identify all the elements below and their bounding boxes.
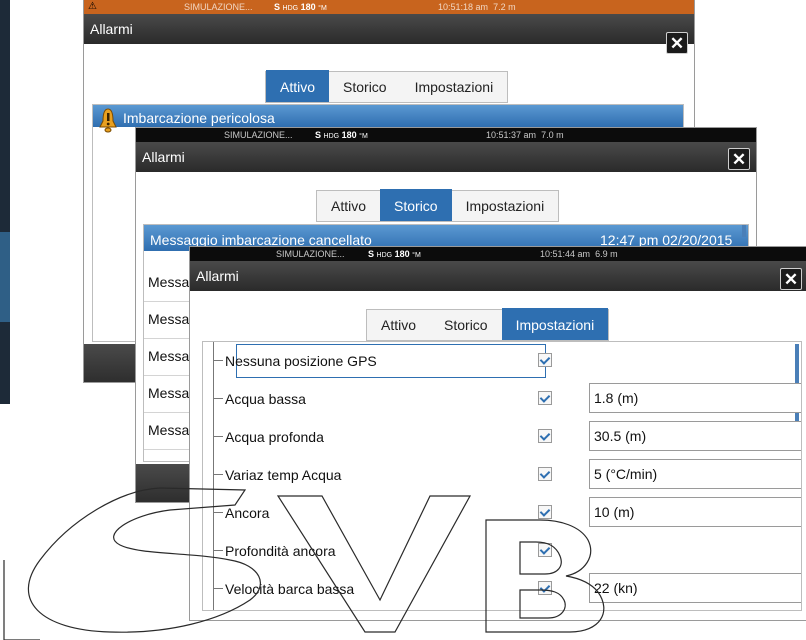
checkbox-checked-icon[interactable] bbox=[538, 467, 552, 481]
tree-tick bbox=[213, 474, 223, 475]
tab-storico[interactable]: Storico bbox=[430, 310, 502, 340]
setting-label: Acqua bassa bbox=[225, 391, 306, 407]
tree-tick bbox=[213, 436, 223, 437]
tab-storico[interactable]: Storico bbox=[329, 72, 401, 102]
status-bar: SIMULAZIONE... S HDG 180 °M 10:51:37 am … bbox=[136, 128, 756, 142]
tab-impostazioni[interactable]: Impostazioni bbox=[501, 308, 609, 340]
list-item[interactable]: Messa bbox=[144, 338, 192, 376]
setting-label: Ancora bbox=[225, 505, 270, 521]
tree-tick bbox=[213, 550, 223, 551]
tree-tick bbox=[213, 360, 223, 361]
setting-label: Variaz temp Acqua bbox=[225, 467, 342, 483]
alarms-window-settings: SIMULAZIONE... S HDG 180 °M 10:51:44 am … bbox=[190, 247, 806, 620]
setting-value-field[interactable]: 30.5 (m) bbox=[589, 421, 801, 451]
sim-label: SIMULAZIONE... bbox=[224, 130, 293, 140]
setting-row[interactable]: Nessuna posizione GPS bbox=[203, 342, 801, 380]
close-button[interactable]: ✕ bbox=[666, 32, 688, 54]
window-title: Allarmi bbox=[84, 14, 694, 44]
setting-row[interactable]: Acqua bassa 1.8 (m) bbox=[203, 380, 801, 418]
tab-impostazioni[interactable]: Impostazioni bbox=[401, 72, 508, 102]
checkbox-checked-icon[interactable] bbox=[538, 391, 552, 405]
alarm-row-text: Imbarcazione pericolosa bbox=[123, 110, 275, 126]
time-readout: 10:51:18 am 7.2 m bbox=[438, 2, 516, 12]
tab-attivo[interactable]: Attivo bbox=[367, 310, 430, 340]
tab-bar: Attivo Storico Impostazioni bbox=[316, 189, 560, 222]
list-item[interactable]: Messa bbox=[144, 301, 192, 339]
checkbox-checked-icon[interactable] bbox=[538, 543, 552, 557]
tab-bar: Attivo Storico Impostazioni bbox=[366, 308, 610, 341]
time-readout: 10:51:37 am 7.0 m bbox=[486, 130, 564, 140]
setting-row[interactable]: Variaz temp Acqua 5 (°C/min) bbox=[203, 456, 801, 494]
settings-list: Nessuna posizione GPS Acqua bassa 1.8 (m… bbox=[202, 341, 802, 611]
close-icon: ✕ bbox=[669, 34, 685, 53]
list-item[interactable]: Imbarcazione pericolosa bbox=[93, 105, 683, 127]
list-item[interactable]: Messa bbox=[144, 375, 192, 413]
checkbox-checked-icon[interactable] bbox=[538, 505, 552, 519]
list-item[interactable]: Messa bbox=[144, 264, 192, 302]
background-panel bbox=[0, 0, 10, 404]
tab-attivo[interactable]: Attivo bbox=[317, 191, 380, 221]
tab-attivo[interactable]: Attivo bbox=[266, 70, 330, 102]
tree-tick bbox=[213, 398, 223, 399]
checkbox-checked-icon[interactable] bbox=[538, 353, 552, 367]
tab-bar: Attivo Storico Impostazioni bbox=[265, 70, 509, 103]
close-button[interactable]: ✕ bbox=[780, 268, 802, 290]
window-title: Allarmi bbox=[136, 142, 756, 172]
scrollbar[interactable] bbox=[742, 225, 746, 237]
close-button[interactable]: ✕ bbox=[728, 148, 750, 170]
sim-label: SIMULAZIONE... bbox=[184, 2, 253, 12]
setting-value-field[interactable]: 5 (°C/min) bbox=[589, 459, 801, 489]
setting-label: Profondità ancora bbox=[225, 543, 336, 559]
setting-label: Acqua profonda bbox=[225, 429, 324, 445]
setting-row[interactable]: Velocità barca bassa 22 (kn) bbox=[203, 570, 801, 608]
list-item[interactable]: Messa bbox=[144, 412, 192, 450]
checkbox-checked-icon[interactable] bbox=[538, 581, 552, 595]
status-bar: ⚠ SIMULAZIONE... S HDG 180 °M 10:51:18 a… bbox=[84, 0, 694, 14]
status-bar: SIMULAZIONE... S HDG 180 °M 10:51:44 am … bbox=[190, 247, 806, 261]
setting-label: Nessuna posizione GPS bbox=[225, 353, 377, 369]
window-title: Allarmi bbox=[190, 261, 806, 291]
warning-icon bbox=[99, 108, 117, 133]
setting-row[interactable]: Acqua profonda 30.5 (m) bbox=[203, 418, 801, 456]
setting-label: Velocità barca bassa bbox=[225, 581, 355, 597]
tab-impostazioni[interactable]: Impostazioni bbox=[452, 191, 559, 221]
checkbox-checked-icon[interactable] bbox=[538, 429, 552, 443]
history-row-text: Messaggio imbarcazione cancellato bbox=[150, 232, 372, 248]
time-readout: 10:51:44 am 6.9 m bbox=[540, 249, 618, 259]
tree-tick bbox=[213, 512, 223, 513]
setting-row[interactable]: Ancora 10 (m) bbox=[203, 494, 801, 532]
tab-storico[interactable]: Storico bbox=[380, 189, 452, 221]
close-icon: ✕ bbox=[783, 270, 799, 289]
warning-icon: ⚠ bbox=[88, 1, 97, 12]
sim-label: SIMULAZIONE... bbox=[276, 249, 345, 259]
setting-value-field[interactable]: 22 (kn) bbox=[589, 573, 801, 603]
background-band bbox=[0, 232, 10, 322]
setting-value-field[interactable]: 1.8 (m) bbox=[589, 383, 801, 413]
setting-row[interactable]: Profondità ancora bbox=[203, 532, 801, 570]
setting-value-field[interactable]: 10 (m) bbox=[589, 497, 801, 527]
close-icon: ✕ bbox=[731, 150, 747, 169]
tree-tick bbox=[213, 588, 223, 589]
